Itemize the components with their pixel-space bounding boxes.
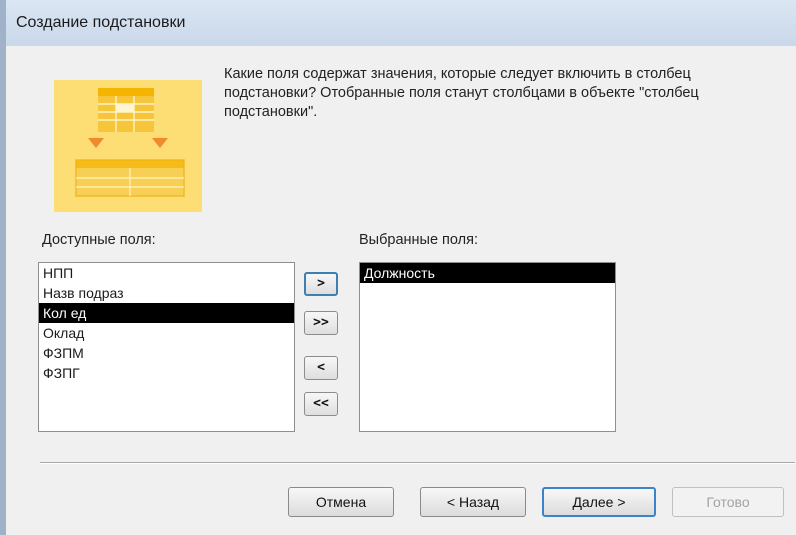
finish-button: Готово (672, 487, 784, 517)
selected-fields-label: Выбранные поля: (359, 232, 478, 248)
wizard-question: Какие поля содержат значения, которые сл… (224, 66, 699, 120)
remove-field-button[interactable]: < (304, 356, 338, 380)
list-item[interactable]: Должность (360, 263, 615, 283)
back-button[interactable]: < Назад (420, 487, 526, 517)
list-item[interactable]: ФЗПМ (39, 343, 294, 363)
wizard-window: Создание подстановки Какие поля содержат… (0, 0, 796, 535)
title-bar: Создание подстановки (6, 0, 796, 46)
selected-fields-list[interactable]: Должность (359, 262, 616, 432)
wizard-illustration-icon (54, 80, 202, 212)
list-item[interactable]: ФЗПГ (39, 363, 294, 383)
wizard-body: Какие поля содержат значения, которые сл… (20, 46, 795, 535)
next-button[interactable]: Далее > (542, 487, 656, 517)
add-all-fields-button[interactable]: >> (304, 311, 338, 335)
remove-all-fields-button[interactable]: << (304, 392, 338, 416)
list-item[interactable]: НПП (39, 263, 294, 283)
separator (40, 462, 795, 464)
list-item[interactable]: Кол ед (39, 303, 294, 323)
window-title: Создание подстановки (16, 14, 186, 31)
available-fields-list[interactable]: НПП Назв подраз Кол ед Оклад ФЗПМ ФЗПГ (38, 262, 295, 432)
list-item[interactable]: Назв подраз (39, 283, 294, 303)
available-fields-label: Доступные поля: (42, 232, 156, 248)
list-item[interactable]: Оклад (39, 323, 294, 343)
cancel-button[interactable]: Отмена (288, 487, 394, 517)
add-field-button[interactable]: > (304, 272, 338, 296)
